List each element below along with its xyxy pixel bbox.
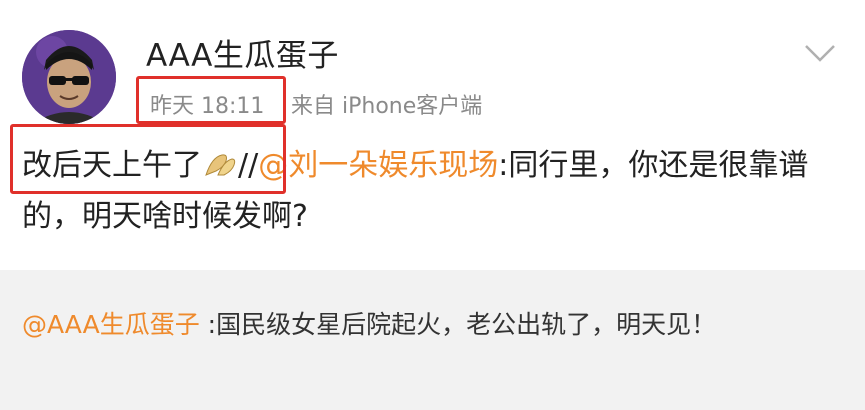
repost-text: @AAA生瓜蛋子 :国民级女星后院起火，老公出轨了，明天见！ [22, 304, 842, 345]
repost-body: :国民级女星后院起火，老公出轨了，明天见！ [199, 310, 717, 339]
avatar[interactable] [22, 30, 116, 124]
time-highlight-box [136, 76, 286, 124]
repost-mention-link[interactable]: @AAA生瓜蛋子 [22, 310, 200, 339]
weibo-post: AAA生瓜蛋子 昨天 18:11 来自 iPhone客户端 改后天上午了 //@… [0, 0, 865, 270]
post-source: 来自 iPhone客户端 [291, 94, 483, 119]
username[interactable]: AAA生瓜蛋子 [146, 30, 339, 75]
reposted-content[interactable]: @AAA生瓜蛋子 :国民级女星后院起火，老公出轨了，明天见！ [0, 270, 865, 410]
quoted-mention-link[interactable]: @刘一朵娱乐现场 [258, 148, 498, 183]
chevron-down-icon[interactable] [800, 40, 840, 66]
reply-highlight-box [10, 124, 286, 194]
